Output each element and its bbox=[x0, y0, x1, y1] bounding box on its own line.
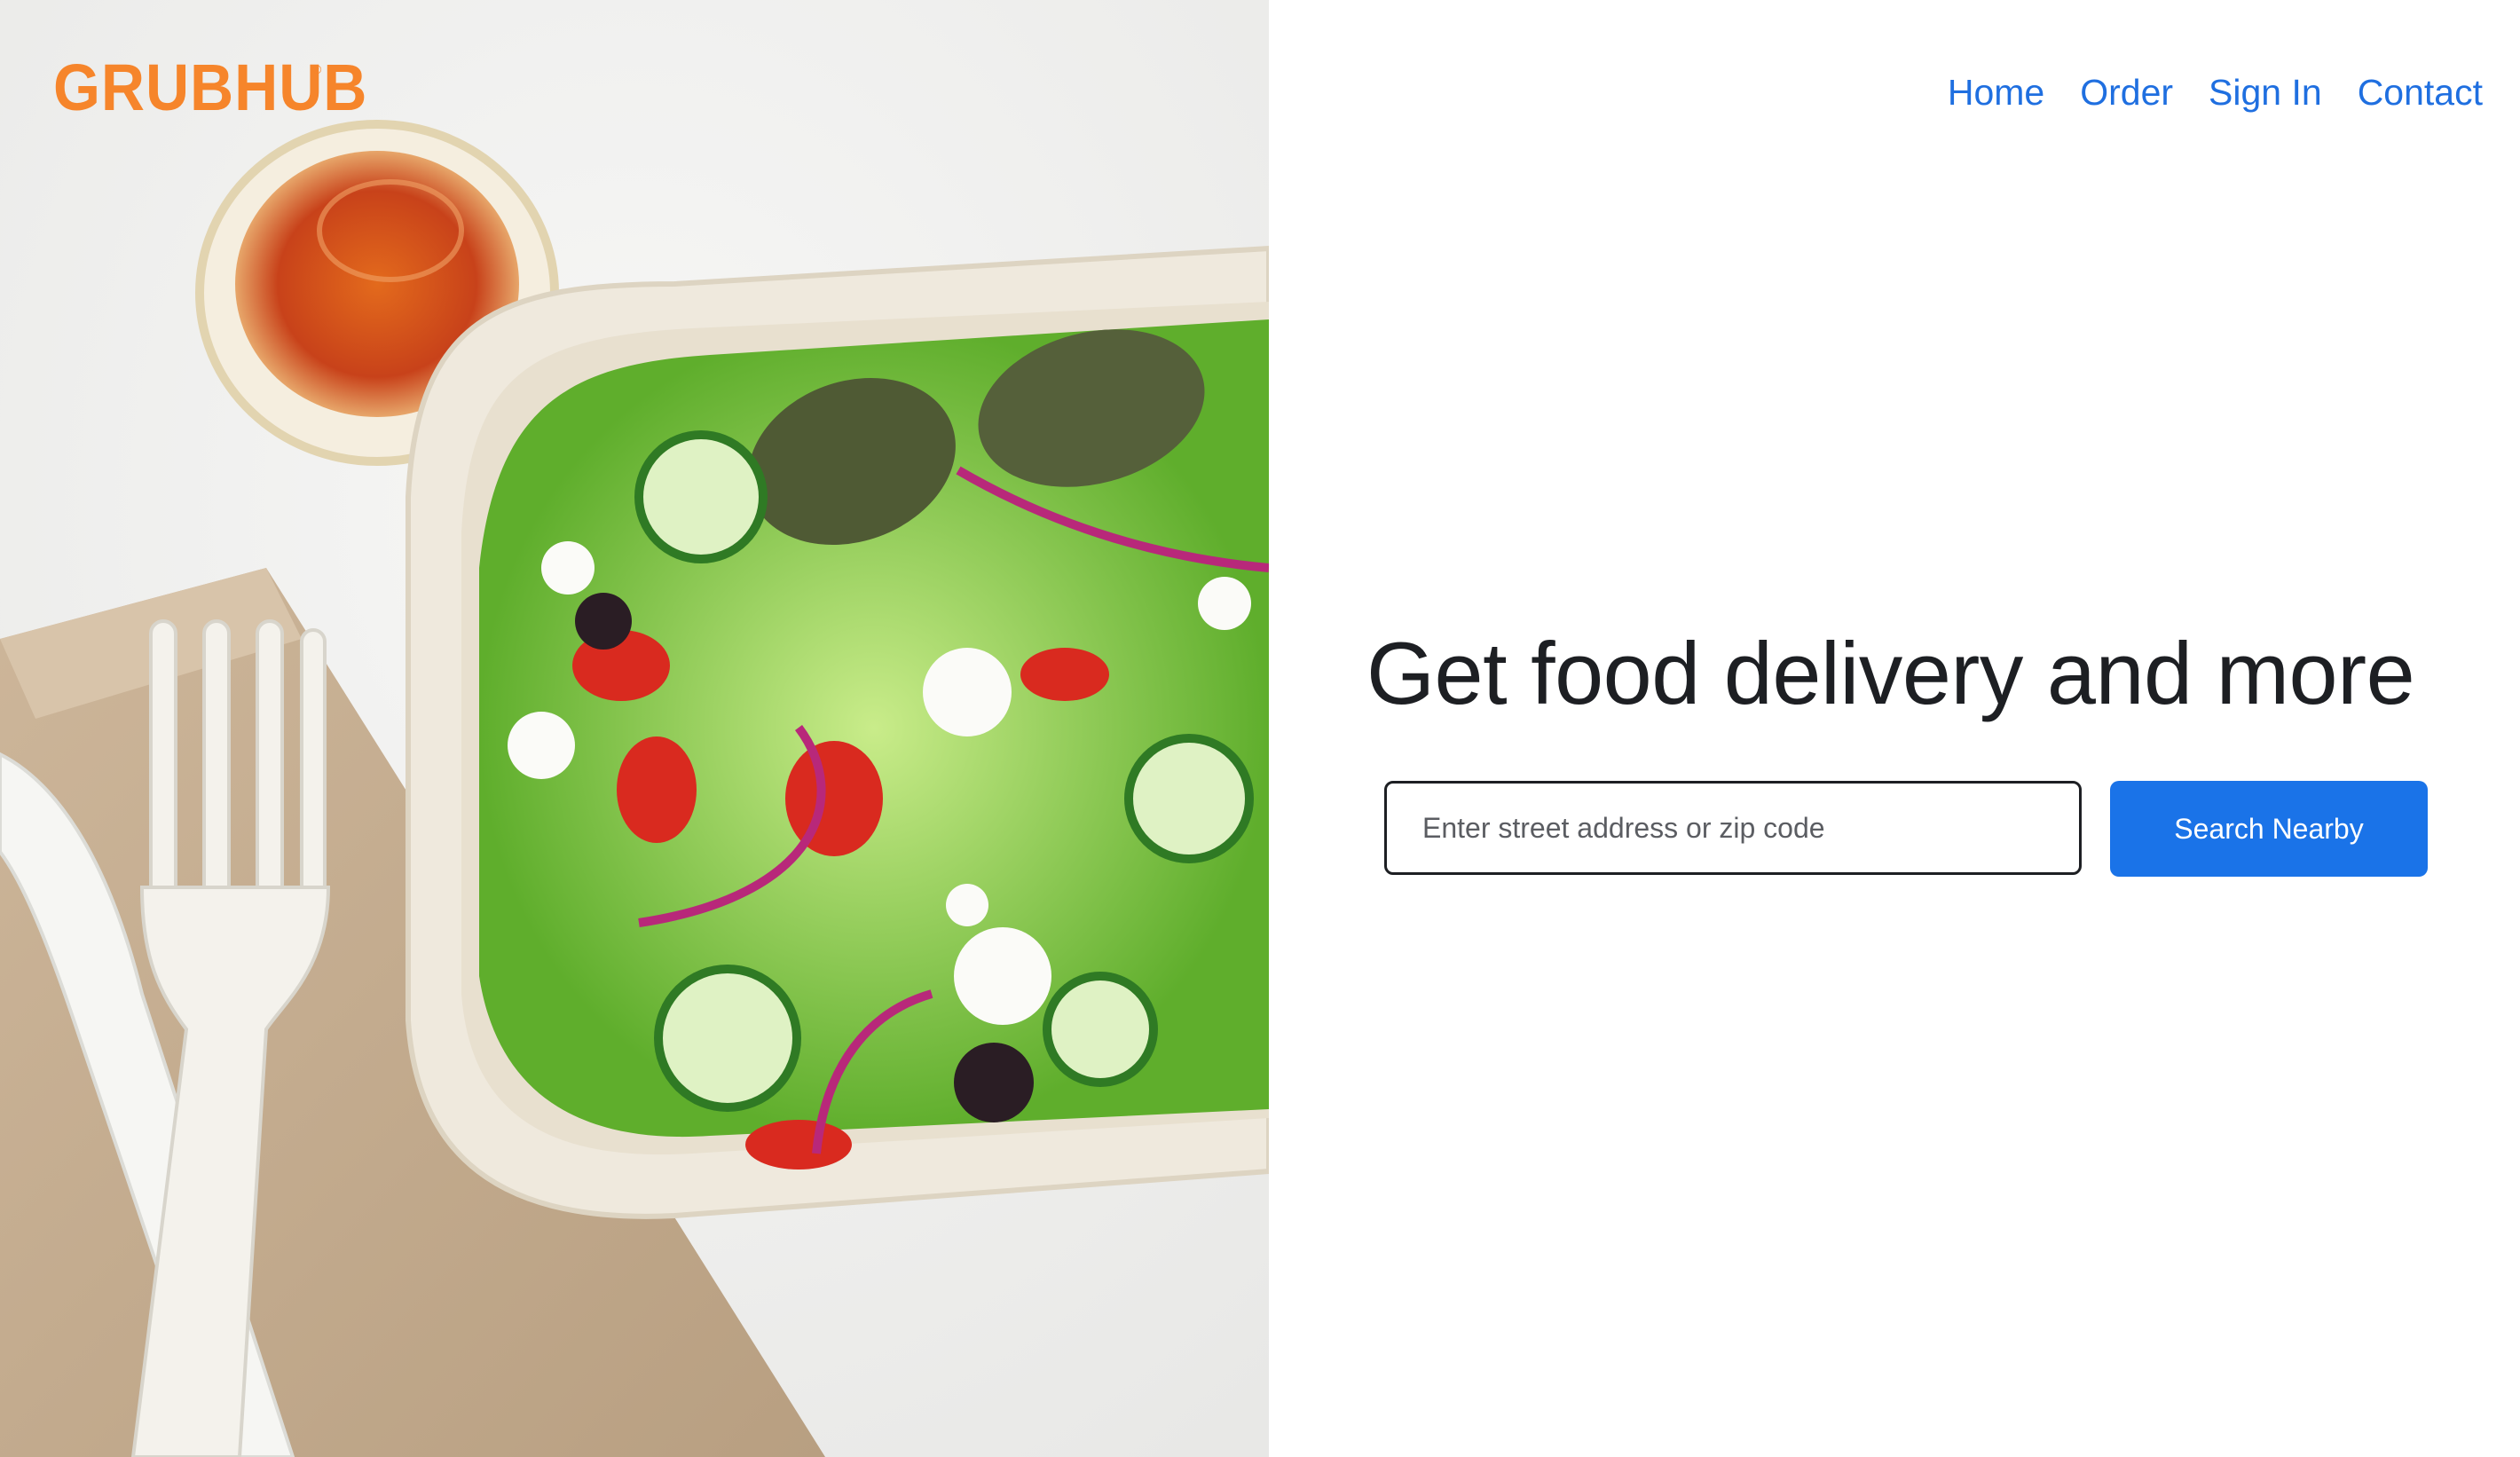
page-headline: Get food delivery and more bbox=[1366, 624, 2415, 722]
hero-image bbox=[0, 0, 1269, 1457]
nav-home-link[interactable]: Home bbox=[1948, 75, 2044, 111]
landing-page: GRUBHUB ® Home Order Sign In Contact Get… bbox=[0, 0, 2520, 1457]
nav-order-link[interactable]: Order bbox=[2080, 75, 2173, 111]
salad-photo-icon bbox=[0, 0, 1269, 1457]
top-nav: Home Order Sign In Contact bbox=[1948, 75, 2483, 111]
search-nearby-button[interactable]: Search Nearby bbox=[2110, 781, 2428, 877]
address-search-input[interactable] bbox=[1384, 781, 2082, 875]
nav-sign-in-link[interactable]: Sign In bbox=[2209, 75, 2322, 111]
trademark-mark: ® bbox=[312, 62, 322, 76]
nav-contact-link[interactable]: Contact bbox=[2358, 75, 2483, 111]
